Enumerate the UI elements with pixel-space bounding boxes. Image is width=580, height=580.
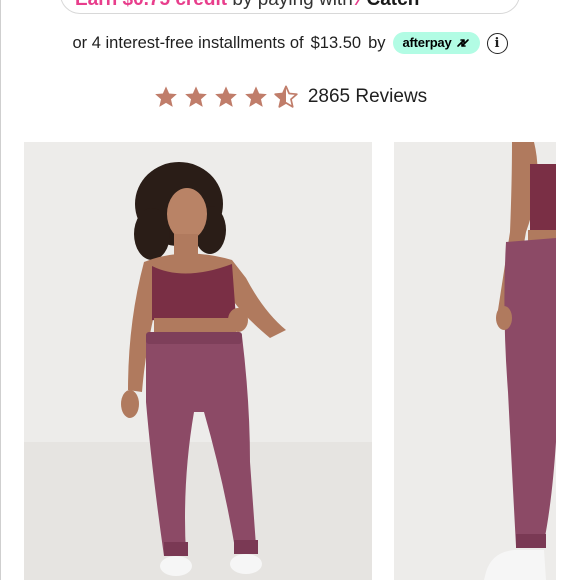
star-full-icon [184, 86, 207, 107]
star-half-icon [274, 85, 298, 108]
product-image-secondary[interactable] [394, 142, 556, 580]
afterpay-loop-arrows-icon [456, 38, 469, 47]
catch-earn-text: Earn $0.75 credit [75, 0, 227, 10]
catch-logo-icon: ⁄ [358, 0, 366, 10]
installments-by: by [368, 33, 386, 52]
catch-middle-text: by paying with [227, 0, 358, 10]
installments-line: or 4 interest-free installments of $13.5… [0, 32, 580, 54]
installments-prefix: or 4 interest-free installments of [72, 33, 304, 52]
model-side-photo [394, 142, 556, 580]
star-rating [153, 84, 299, 110]
product-rating[interactable]: 2865 Reviews [0, 84, 580, 110]
afterpay-label: afterpay [402, 35, 452, 50]
reviews-count-link[interactable]: 2865 Reviews [308, 86, 427, 108]
info-circle-icon[interactable]: i [486, 32, 508, 54]
star-full-icon [244, 86, 267, 107]
catch-promo-banner[interactable]: Earn $0.75 credit by paying with ⁄ Catch [60, 0, 520, 14]
installment-amount: $13.50 [310, 33, 362, 52]
star-full-icon [214, 86, 237, 107]
model-front-photo [24, 142, 372, 580]
star-full-icon [154, 86, 177, 107]
catch-brand-text: Catch [367, 0, 420, 10]
afterpay-badge[interactable]: afterpay [392, 32, 480, 54]
product-image-main[interactable] [24, 142, 372, 580]
